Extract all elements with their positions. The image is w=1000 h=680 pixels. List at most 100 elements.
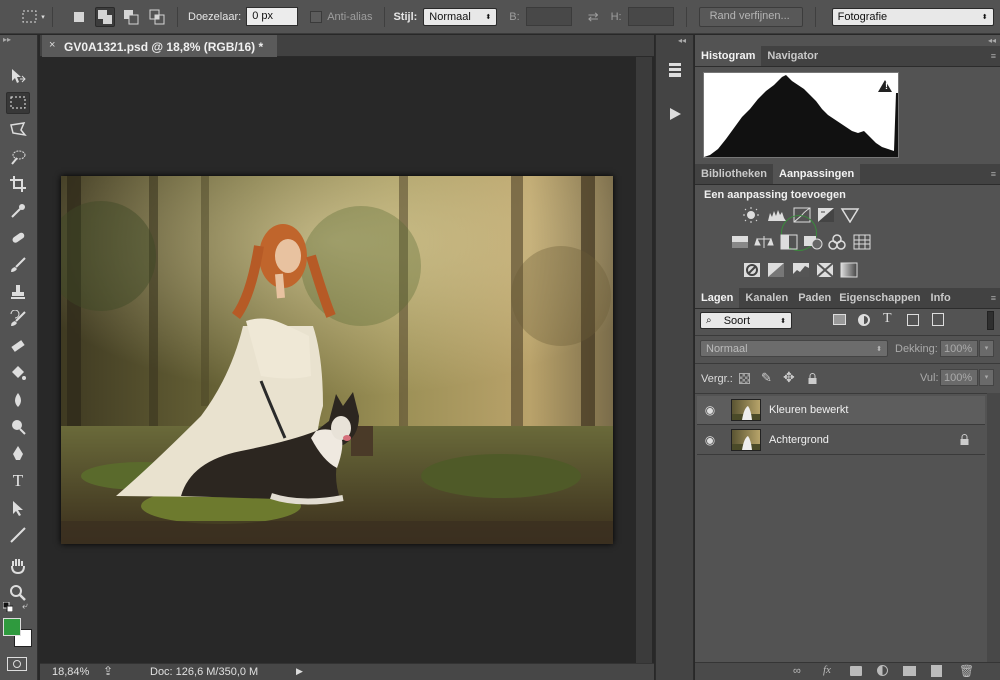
layer-style-icon[interactable]: fx <box>823 664 831 676</box>
intersect-selection-icon[interactable] <box>147 7 167 27</box>
refine-edge-button[interactable]: Rand verfijnen... <box>698 6 803 27</box>
color-lookup-icon[interactable] <box>852 234 872 250</box>
exposure-icon[interactable] <box>816 207 836 223</box>
new-adjustment-layer-icon[interactable] <box>877 665 888 676</box>
close-document-icon[interactable]: × <box>49 39 55 51</box>
workspace-select[interactable]: Fotografie ⬍ <box>831 7 994 26</box>
pen-tool-icon[interactable] <box>6 443 30 465</box>
photo-filter-icon[interactable] <box>803 234 823 250</box>
lock-position-icon[interactable]: ✥ <box>783 369 795 386</box>
tab-adjustments[interactable]: Aanpassingen <box>773 164 861 184</box>
threshold-icon[interactable] <box>791 262 811 278</box>
vibrance-icon[interactable] <box>840 207 860 223</box>
lock-pixels-icon[interactable]: ✎ <box>761 370 772 386</box>
color-balance-icon[interactable] <box>754 234 774 250</box>
brightness-contrast-icon[interactable] <box>741 207 761 223</box>
gradient-map-icon[interactable] <box>839 262 859 278</box>
visibility-eye-icon[interactable]: ◉ <box>697 433 723 447</box>
hue-saturation-icon[interactable] <box>730 234 750 250</box>
lock-all-icon[interactable] <box>808 373 817 384</box>
posterize-icon[interactable] <box>766 262 786 278</box>
quick-selection-tool-icon[interactable] <box>6 146 30 168</box>
filter-smart-object-icon[interactable] <box>932 313 944 326</box>
antialias-checkbox[interactable] <box>310 10 323 23</box>
add-to-selection-icon[interactable] <box>95 6 115 27</box>
properties-panel-icon[interactable] <box>660 57 690 83</box>
tab-layers[interactable]: Lagen <box>695 288 740 308</box>
levels-icon[interactable] <box>767 207 787 223</box>
document-image[interactable] <box>61 176 613 544</box>
layer-row[interactable]: ◉ Achtergrond <box>697 426 985 455</box>
tab-navigator[interactable]: Navigator <box>761 46 824 66</box>
rectangular-marquee-tool-icon[interactable] <box>6 92 30 114</box>
vertical-scrollbar[interactable] <box>636 57 652 663</box>
style-select[interactable]: Normaal ⬍ <box>423 7 498 26</box>
path-selection-tool-icon[interactable] <box>6 497 30 519</box>
document-tab[interactable]: × GV0A1321.psd @ 18,8% (RGB/16) * <box>42 35 277 57</box>
opacity-input[interactable]: 100% <box>940 340 978 357</box>
selective-color-icon[interactable] <box>815 262 835 278</box>
quick-mask-icon[interactable] <box>7 657 27 671</box>
panel-menu-icon[interactable]: ≡ <box>991 51 996 61</box>
lock-transparency-icon[interactable] <box>739 373 750 384</box>
clone-stamp-tool-icon[interactable] <box>6 281 30 303</box>
line-tool-icon[interactable] <box>6 524 30 546</box>
healing-brush-tool-icon[interactable] <box>6 227 30 249</box>
width-input[interactable] <box>525 7 572 26</box>
history-brush-tool-icon[interactable] <box>6 308 30 330</box>
fill-dropdown-icon[interactable]: ▾ <box>979 369 994 386</box>
crop-tool-icon[interactable] <box>6 173 30 195</box>
delete-layer-icon[interactable]: 🗑 <box>959 664 974 678</box>
tab-properties[interactable]: Eigenschappen <box>835 288 924 308</box>
zoom-level[interactable]: 18,84% <box>52 666 89 678</box>
layers-scrollbar[interactable] <box>987 393 1000 662</box>
swap-colors-icon[interactable]: ⤶ <box>22 601 28 612</box>
swap-dimensions-icon[interactable]: ⇄ <box>588 9 599 25</box>
layer-row[interactable]: ◉ Kleuren bewerkt <box>697 396 985 425</box>
tab-paths[interactable]: Paden <box>794 288 835 308</box>
eyedropper-tool-icon[interactable] <box>6 200 30 222</box>
panel-menu-icon[interactable]: ≡ <box>991 169 996 179</box>
visibility-eye-icon[interactable]: ◉ <box>697 403 723 417</box>
panel-menu-icon[interactable]: ≡ <box>991 293 996 303</box>
blend-mode-select[interactable]: Normaal ⬍ <box>700 340 888 357</box>
filter-pixel-icon[interactable] <box>833 314 846 325</box>
height-input[interactable] <box>627 7 674 26</box>
collapse-tools-icon[interactable]: ▸▸ <box>0 35 37 45</box>
foreground-color-swatch[interactable] <box>3 618 21 636</box>
paint-bucket-tool-icon[interactable] <box>6 362 30 384</box>
lasso-tool-icon[interactable] <box>6 119 30 141</box>
link-layers-icon[interactable]: ∞ <box>793 665 801 677</box>
filter-toggle-switch[interactable] <box>987 311 994 330</box>
brush-tool-icon[interactable] <box>6 254 30 276</box>
subtract-from-selection-icon[interactable] <box>121 7 141 27</box>
blur-tool-icon[interactable] <box>6 389 30 411</box>
new-selection-icon[interactable] <box>69 7 89 27</box>
right-panel-collapse-icon[interactable]: ◂◂ <box>988 36 996 45</box>
opacity-dropdown-icon[interactable]: ▾ <box>979 340 994 357</box>
tab-channels[interactable]: Kanalen <box>739 288 794 308</box>
hand-tool-icon[interactable] <box>6 555 30 577</box>
marquee-preset-icon[interactable]: ▾ <box>20 7 46 27</box>
tab-libraries[interactable]: Bibliotheken <box>695 164 773 184</box>
filter-adjustment-icon[interactable] <box>858 314 870 326</box>
actions-panel-icon[interactable] <box>660 101 690 127</box>
eraser-tool-icon[interactable] <box>6 335 30 357</box>
tab-histogram[interactable]: Histogram <box>695 46 762 66</box>
type-tool-icon[interactable]: T <box>6 470 30 492</box>
black-white-icon[interactable] <box>779 234 799 250</box>
channel-mixer-icon[interactable] <box>827 234 847 250</box>
filter-type-icon[interactable]: T <box>883 311 892 327</box>
filter-shape-icon[interactable] <box>907 314 919 326</box>
invert-icon[interactable] <box>742 262 762 278</box>
fill-input[interactable]: 100% <box>940 369 978 386</box>
feather-input[interactable]: 0 px <box>246 7 299 26</box>
new-group-icon[interactable] <box>903 666 916 676</box>
dodge-tool-icon[interactable] <box>6 416 30 438</box>
status-menu-icon[interactable]: ▶ <box>296 666 303 677</box>
share-icon[interactable]: ⇪ <box>103 664 113 678</box>
layer-filter-select[interactable]: ⌕ Soort ⬍ <box>700 312 792 329</box>
tab-info[interactable]: Info <box>925 288 957 308</box>
dock-collapse-icon[interactable]: ◂◂ <box>678 36 686 45</box>
default-colors-icon[interactable] <box>2 601 14 613</box>
